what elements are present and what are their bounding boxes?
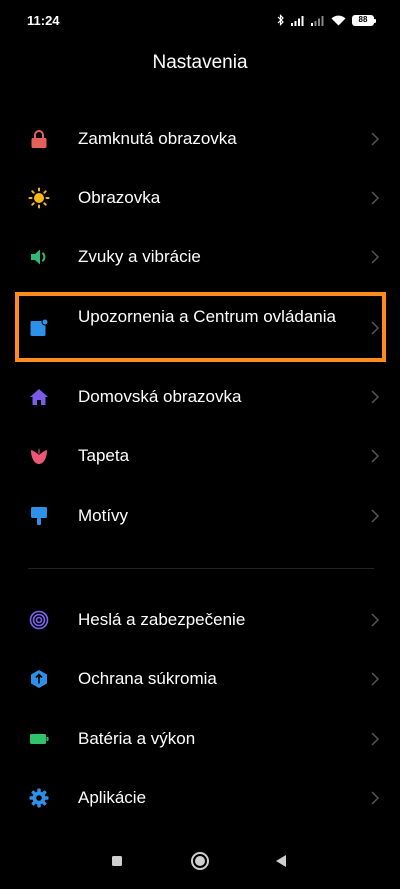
- fingerprint-icon: [28, 609, 50, 631]
- gear-icon: [28, 787, 50, 809]
- signal-icon: [291, 15, 304, 26]
- speaker-icon: [28, 246, 50, 268]
- home-icon: [28, 386, 50, 408]
- section-divider: [28, 568, 374, 569]
- chevron-right-icon: [371, 250, 380, 264]
- chevron-right-icon: [371, 672, 380, 686]
- battery-icon: [28, 728, 50, 750]
- menu-item-wallpaper[interactable]: Tapeta: [0, 445, 400, 467]
- battery-indicator: 88: [352, 14, 376, 26]
- menu-item-label: Zvuky a vibrácie: [78, 247, 201, 266]
- back-button[interactable]: [274, 854, 288, 868]
- home-button[interactable]: [190, 851, 210, 871]
- menu-item-apps[interactable]: Aplikácie: [0, 787, 400, 809]
- paintbrush-icon: [28, 505, 50, 527]
- chevron-right-icon: [371, 791, 380, 805]
- chevron-right-icon: [371, 191, 380, 205]
- menu-item-privacy[interactable]: Ochrana súkromia: [0, 668, 400, 690]
- wifi-icon: [331, 15, 346, 25]
- menu-item-lock-screen[interactable]: Zamknutá obrazovka: [0, 128, 400, 150]
- highlight-box: [15, 292, 386, 362]
- page-title: Nastavenia: [152, 52, 248, 73]
- menu-item-label: Zamknutá obrazovka: [78, 129, 237, 148]
- signal-2-icon: [311, 15, 324, 26]
- lock-icon: [28, 128, 50, 150]
- menu-item-display[interactable]: Obrazovka: [0, 187, 400, 209]
- menu-item-label: Domovská obrazovka: [78, 387, 242, 406]
- chevron-right-icon: [371, 132, 380, 146]
- privacy-shield-icon: [28, 668, 50, 690]
- status-icons: 88: [277, 14, 376, 26]
- menu-item-home-screen[interactable]: Domovská obrazovka: [0, 386, 400, 408]
- menu-item-label: Tapeta: [78, 446, 130, 465]
- menu-item-battery[interactable]: Batéria a výkon: [0, 728, 400, 750]
- menu-item-passwords-security[interactable]: Heslá a zabezpečenie: [0, 609, 400, 631]
- battery-level: 88: [358, 15, 368, 24]
- chevron-right-icon: [371, 449, 380, 463]
- chevron-right-icon: [371, 613, 380, 627]
- menu-item-label: Ochrana súkromia: [78, 669, 217, 688]
- recents-button[interactable]: [111, 855, 123, 867]
- menu-item-label: Batéria a výkon: [78, 729, 196, 748]
- chevron-right-icon: [371, 509, 380, 523]
- bluetooth-icon: [277, 14, 284, 26]
- chevron-right-icon: [371, 732, 380, 746]
- menu-item-themes[interactable]: Motívy: [0, 505, 400, 527]
- menu-item-label: Heslá a zabezpečenie: [78, 610, 246, 629]
- navigation-bar: [0, 834, 400, 889]
- tulip-icon: [28, 445, 50, 467]
- menu-item-label: Aplikácie: [78, 788, 147, 807]
- menu-item-label: Motívy: [78, 506, 129, 525]
- menu-item-label: Obrazovka: [78, 188, 161, 207]
- chevron-right-icon: [371, 390, 380, 404]
- menu-item-sounds[interactable]: Zvuky a vibrácie: [0, 246, 400, 268]
- sun-icon: [28, 187, 50, 209]
- status-time: 11:24: [27, 13, 60, 28]
- status-bar: 11:24 88: [0, 0, 400, 40]
